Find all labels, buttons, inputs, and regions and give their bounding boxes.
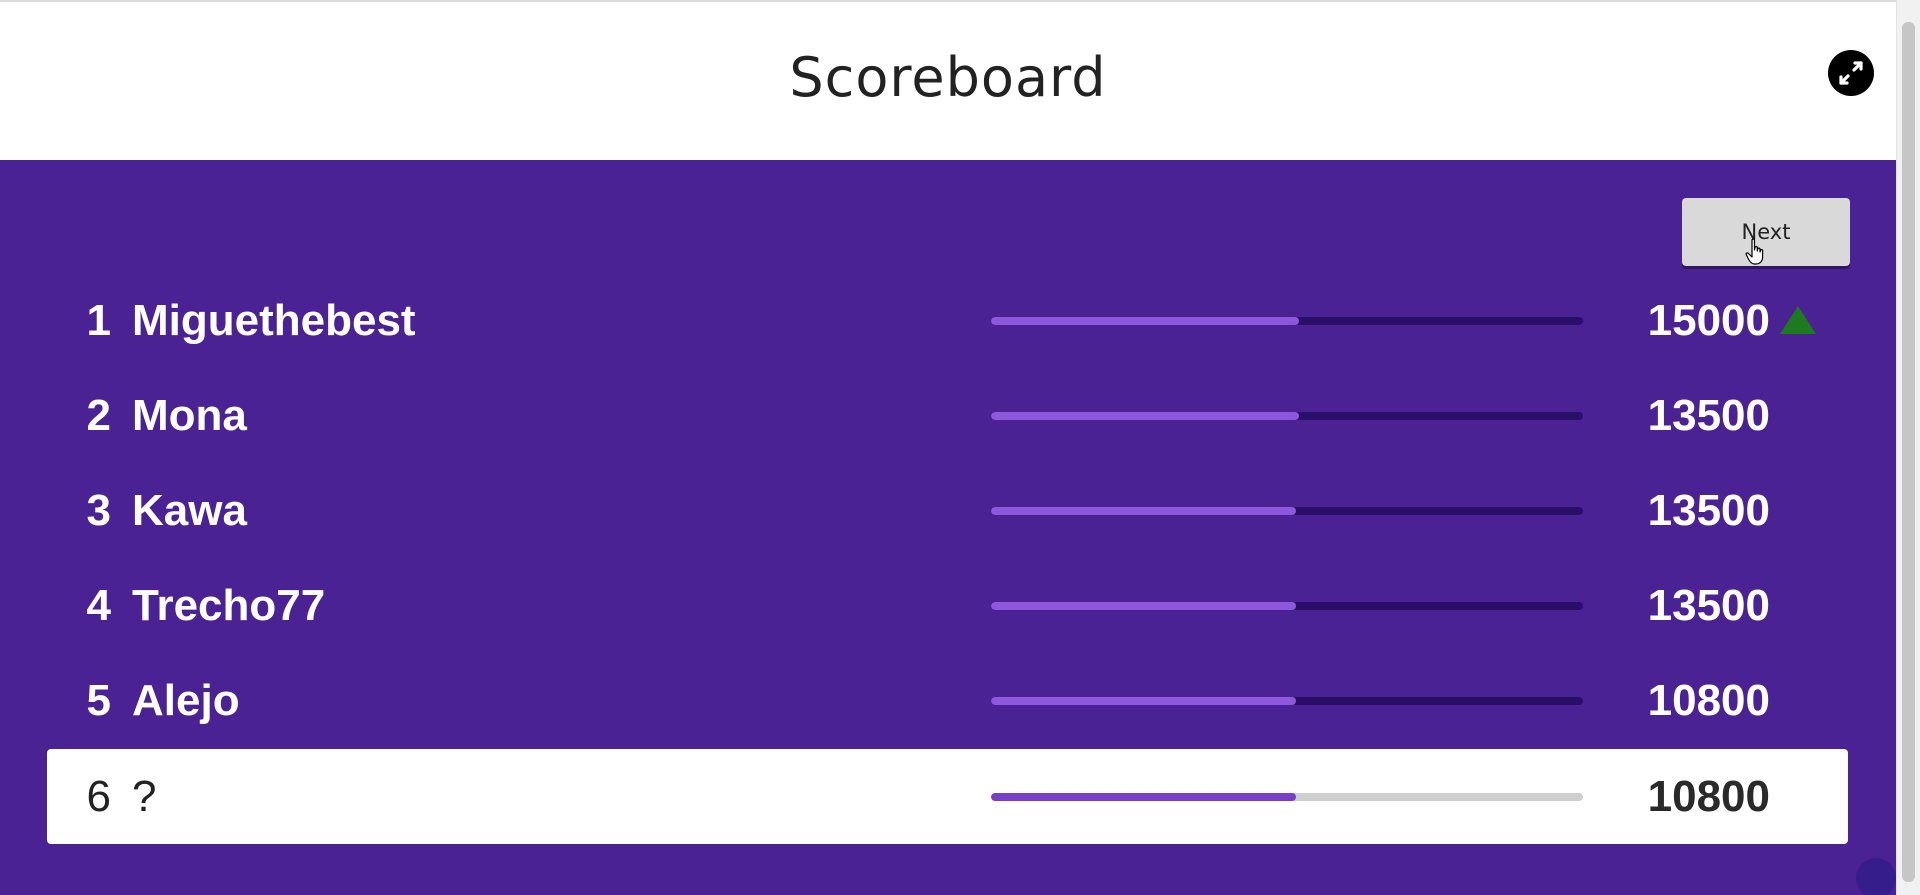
player-name: Kawa (132, 485, 247, 535)
leaderboard-row: 3 Kawa 13500 (47, 463, 1848, 558)
score-bar (991, 696, 1583, 705)
score-bar-fill (991, 792, 1296, 801)
score-bar-fill (991, 506, 1296, 515)
rank-number: 2 (86, 390, 111, 440)
score-bar (991, 411, 1583, 420)
header: Scoreboard (0, 0, 1896, 160)
page-title: Scoreboard (789, 46, 1107, 109)
fullscreen-button[interactable] (1828, 50, 1874, 96)
scrollbar-thumb[interactable] (1902, 22, 1915, 882)
player-score: 13500 (1647, 485, 1770, 535)
rank-number: 3 (86, 485, 111, 535)
player-score: 10800 (1647, 675, 1770, 725)
score-bar (991, 792, 1583, 801)
leaderboard-row: 4 Trecho77 13500 (47, 558, 1848, 653)
score-bar (991, 601, 1583, 610)
player-name: ? (132, 771, 157, 821)
leaderboard-row: 2 Mona 13500 (47, 368, 1848, 463)
score-bar-fill (991, 601, 1296, 610)
hand-cursor-icon (1745, 238, 1767, 271)
player-name: Alejo (132, 675, 240, 725)
scoreboard-panel: Next 1 Miguethebest 15000 2 Mona 13500 3… (0, 160, 1896, 895)
score-bar (991, 316, 1583, 325)
scoreboard-app: Scoreboard Next 1 Miguethebest 15000 2 M… (0, 0, 1920, 895)
rank-up-arrow-icon (1779, 305, 1817, 340)
rank-number: 4 (86, 580, 111, 630)
score-bar-fill (991, 411, 1299, 420)
vertical-scrollbar[interactable] (1896, 0, 1920, 895)
score-bar-fill (991, 696, 1296, 705)
player-score: 10800 (1647, 771, 1770, 821)
player-name: Trecho77 (132, 580, 326, 630)
score-bar-fill (991, 316, 1299, 325)
player-score: 15000 (1647, 295, 1770, 345)
score-bar (991, 506, 1583, 515)
player-score: 13500 (1647, 580, 1770, 630)
player-name: Mona (132, 390, 247, 440)
player-score: 13500 (1647, 390, 1770, 440)
leaderboard-row: 1 Miguethebest 15000 (47, 273, 1848, 368)
current-player-row: 6 ? 10800 (47, 749, 1848, 844)
leaderboard-row: 5 Alejo 10800 (47, 653, 1848, 748)
player-name: Miguethebest (132, 295, 416, 345)
rank-number: 5 (86, 675, 111, 725)
rank-number: 1 (86, 295, 111, 345)
corner-badge-icon (1856, 858, 1896, 895)
rank-number: 6 (86, 771, 111, 821)
